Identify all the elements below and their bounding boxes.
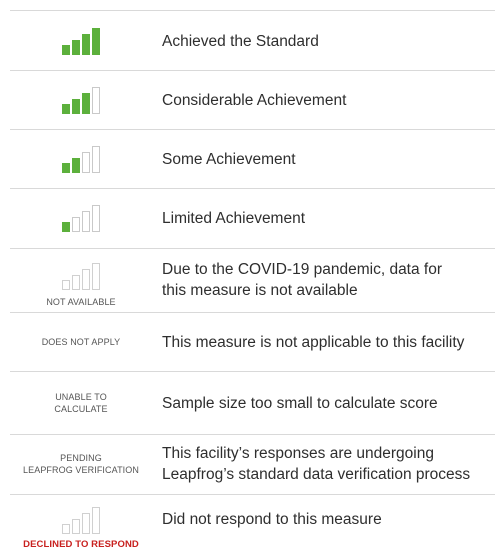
- row-description: Considerable Achievement: [152, 90, 499, 111]
- description-line: Sample size too small to calculate score: [162, 394, 438, 412]
- status-label-line: LEAPFROG VERIFICATION: [23, 465, 139, 475]
- divider: [10, 10, 495, 11]
- legend-row-pending: PENDING LEAPFROG VERIFICATION This facil…: [10, 436, 499, 492]
- score-cell: [10, 131, 152, 187]
- bars-3-of-4-icon: [62, 86, 100, 114]
- divider: [10, 188, 495, 189]
- bars-1-of-4-icon: [62, 204, 100, 232]
- description-line: Limited Achievement: [162, 209, 306, 227]
- bar-3: [82, 92, 90, 114]
- status-label: DOES NOT APPLY: [41, 337, 121, 347]
- divider: [10, 494, 495, 495]
- bar-4: [92, 507, 100, 534]
- legend-row-declined: DECLINED TO RESPOND Did not respond to t…: [10, 496, 499, 552]
- bar-2: [72, 216, 80, 232]
- bar-2: [72, 519, 80, 534]
- bar-2: [72, 275, 80, 290]
- bar-1: [62, 221, 70, 232]
- legend-row-considerable: Considerable Achievement: [10, 72, 499, 128]
- bar-3: [82, 269, 90, 290]
- score-cell: DECLINED TO RESPOND: [10, 496, 152, 552]
- description-line: Considerable Achievement: [162, 91, 347, 109]
- status-label-line: UNABLE TO: [55, 392, 107, 402]
- score-cell: UNABLE TO CALCULATE: [10, 373, 152, 433]
- bars-0-of-4-icon: [62, 263, 100, 290]
- description-line: Some Achievement: [162, 150, 296, 168]
- description-line: This measure is not applicable to this f…: [162, 333, 465, 351]
- description-line: Did not respond to this measure: [162, 510, 382, 528]
- legend-row-achieved: Achieved the Standard: [10, 12, 499, 70]
- bar-4: [92, 86, 100, 114]
- bar-1: [62, 524, 70, 534]
- row-description: This measure is not applicable to this f…: [152, 332, 499, 353]
- score-cell: [10, 12, 152, 70]
- score-cell: NOT AVAILABLE: [10, 250, 152, 310]
- bar-4: [92, 263, 100, 290]
- legend-row-unable-to-calculate: UNABLE TO CALCULATE Sample size too smal…: [10, 373, 499, 433]
- score-cell: DOES NOT APPLY: [10, 314, 152, 370]
- bars-4-of-4-icon: [62, 27, 100, 55]
- divider: [10, 434, 495, 435]
- divider: [10, 248, 495, 249]
- status-label: NOT AVAILABLE: [46, 297, 116, 307]
- bar-4: [92, 204, 100, 232]
- bar-3: [82, 33, 90, 55]
- row-description: Limited Achievement: [152, 208, 499, 229]
- bar-1: [62, 162, 70, 173]
- bar-3: [82, 210, 90, 232]
- description-line: Leapfrog’s standard data verification pr…: [162, 466, 471, 483]
- bars-0-of-4-icon: [62, 507, 100, 534]
- row-description: Some Achievement: [152, 149, 499, 170]
- legend-row-does-not-apply: DOES NOT APPLY This measure is not appli…: [10, 314, 499, 370]
- bar-2: [72, 157, 80, 173]
- description-line: This facility’s responses are undergoing: [162, 445, 434, 462]
- bar-4: [92, 145, 100, 173]
- score-legend: Achieved the Standard Considerable Achie…: [0, 0, 499, 552]
- status-label-line: CALCULATE: [54, 404, 108, 414]
- row-description: This facility’s responses are undergoing…: [152, 443, 499, 485]
- divider: [10, 312, 495, 313]
- score-cell: PENDING LEAPFROG VERIFICATION: [10, 436, 152, 492]
- row-description: Achieved the Standard: [152, 31, 499, 52]
- row-description: Due to the COVID-19 pandemic, data for t…: [152, 259, 499, 301]
- bars-2-of-4-icon: [62, 145, 100, 173]
- bar-2: [72, 39, 80, 55]
- legend-row-not-available: NOT AVAILABLE Due to the COVID-19 pandem…: [10, 250, 499, 310]
- description-line: this measure is not available: [162, 282, 358, 299]
- row-description: Did not respond to this measure: [152, 509, 499, 530]
- divider: [10, 70, 495, 71]
- bar-4: [92, 27, 100, 55]
- legend-row-limited: Limited Achievement: [10, 190, 499, 246]
- bar-1: [62, 44, 70, 55]
- bar-1: [62, 280, 70, 290]
- divider: [10, 129, 495, 130]
- description-line: Due to the COVID-19 pandemic, data for: [162, 261, 443, 278]
- legend-row-some: Some Achievement: [10, 131, 499, 187]
- score-cell: [10, 72, 152, 128]
- description-line: Achieved the Standard: [162, 32, 319, 50]
- bar-3: [82, 151, 90, 173]
- bar-1: [62, 103, 70, 114]
- row-description: Sample size too small to calculate score: [152, 393, 499, 414]
- status-label-declined: DECLINED TO RESPOND: [23, 539, 139, 550]
- status-label-line: PENDING: [60, 453, 102, 463]
- divider: [10, 371, 495, 372]
- bar-3: [82, 513, 90, 534]
- bar-2: [72, 98, 80, 114]
- score-cell: [10, 190, 152, 246]
